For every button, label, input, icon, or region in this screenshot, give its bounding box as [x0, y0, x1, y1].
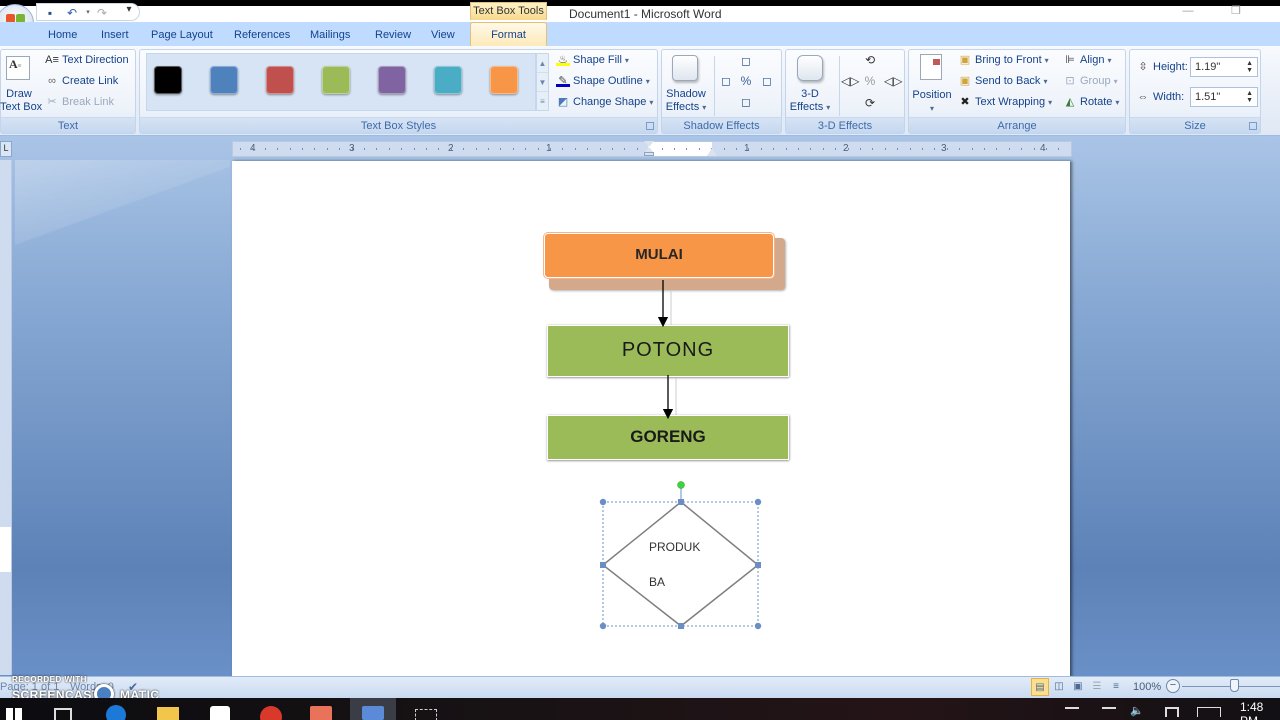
- zoom-slider-thumb[interactable]: [1230, 679, 1239, 692]
- powerpoint-icon[interactable]: [310, 706, 332, 720]
- taskbar: [0, 698, 1280, 720]
- browser-edge-icon[interactable]: [106, 705, 126, 720]
- resize-handle-se[interactable]: [754, 622, 762, 630]
- resize-handle-ne[interactable]: [754, 498, 762, 506]
- watermark-recorded-with: RECORDED WITH: [12, 675, 87, 684]
- rotation-handle[interactable]: [677, 481, 685, 489]
- zoom-out-button[interactable]: −: [1166, 679, 1180, 693]
- draft-icon[interactable]: ≡: [1107, 678, 1125, 696]
- store-icon[interactable]: [210, 706, 230, 720]
- network-icon[interactable]: [1102, 707, 1116, 717]
- resize-handle-nw[interactable]: [599, 498, 607, 506]
- outline-icon[interactable]: ☰: [1088, 678, 1106, 696]
- taskbar-clock[interactable]: 1:48 PM: [1240, 700, 1280, 720]
- action-center-icon[interactable]: [1165, 707, 1179, 717]
- resize-handle-s[interactable]: [678, 623, 684, 629]
- start-button-icon[interactable]: [6, 708, 22, 720]
- diamond-text-line-2[interactable]: BA: [649, 575, 665, 589]
- volume-icon[interactable]: 🔈: [1130, 704, 1144, 717]
- file-explorer-icon[interactable]: [157, 707, 179, 720]
- print-layout-icon[interactable]: ▤: [1031, 678, 1049, 696]
- full-screen-reading-icon[interactable]: ◫: [1050, 678, 1068, 696]
- keyboard-icon[interactable]: [1197, 707, 1221, 717]
- diamond-text-line-1[interactable]: PRODUK: [649, 540, 700, 554]
- snipping-tool-icon[interactable]: [415, 709, 437, 720]
- resize-handle-e[interactable]: [755, 562, 761, 568]
- flowchart-overlay: [599, 280, 762, 630]
- view-buttons: ▤ ◫ ▣ ☰ ≡: [1031, 678, 1127, 696]
- resize-handle-w[interactable]: [600, 562, 606, 568]
- web-layout-icon[interactable]: ▣: [1069, 678, 1087, 696]
- task-view-icon[interactable]: [54, 708, 72, 720]
- resize-handle-n[interactable]: [678, 499, 684, 505]
- resize-handle-sw[interactable]: [599, 622, 607, 630]
- zoom-level[interactable]: 100%: [1133, 681, 1161, 693]
- shape-decision-diamond[interactable]: [601, 501, 760, 627]
- tray-icon[interactable]: [1065, 707, 1079, 717]
- word-taskbar-button[interactable]: [350, 698, 396, 720]
- word-icon: [362, 706, 384, 720]
